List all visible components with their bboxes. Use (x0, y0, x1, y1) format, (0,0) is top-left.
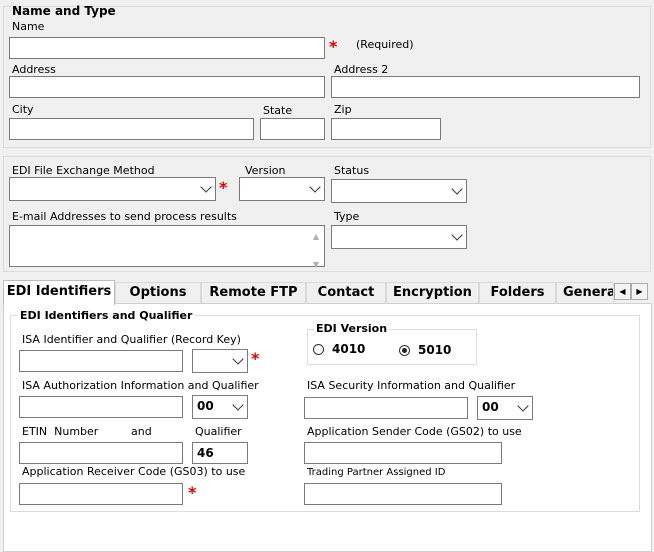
required-asterisk: * (251, 349, 260, 368)
tab-remote-ftp[interactable]: Remote FTP (201, 282, 306, 304)
chevron-down-icon (451, 183, 463, 195)
isa-authorization-label: ISA Authorization Information and Qualif… (22, 379, 259, 392)
tab-options[interactable]: Options (115, 282, 201, 304)
isa-security-qualifier-select[interactable]: 00 (477, 396, 533, 420)
edi-version-title: EDI Version (314, 322, 390, 335)
etin-and-label: and (131, 425, 152, 438)
isa-authorization-input[interactable] (19, 396, 183, 418)
version-label: Version (245, 164, 286, 177)
gs02-label: Application Sender Code (GS02) to use (307, 425, 522, 438)
address2-label: Address 2 (334, 63, 389, 76)
tab-scroll-right-icon[interactable]: ▶ (631, 283, 648, 300)
isa-identifier-qualifier-select[interactable] (192, 349, 248, 373)
city-label: City (12, 103, 34, 116)
qualifier-label: Qualifier (195, 425, 242, 438)
edi-identifiers-group-title: EDI Identifiers and Qualifier (18, 309, 195, 322)
name-input[interactable] (9, 37, 325, 59)
edi-exchange-method-label: EDI File Exchange Method (12, 164, 155, 177)
name-and-type-title: Name and Type (12, 4, 116, 18)
email-textarea[interactable]: ▲ ▼ (9, 225, 325, 269)
edi-exchange-method-select[interactable] (9, 177, 216, 201)
zip-label: Zip (334, 103, 352, 116)
trading-partner-id-label: Trading Partner Assigned ID (307, 467, 446, 478)
isa-security-label: ISA Security Information and Qualifier (307, 379, 516, 392)
tab-contact[interactable]: Contact (306, 282, 386, 304)
tab-encryption[interactable]: Encryption (386, 282, 479, 304)
status-label: Status (334, 164, 370, 177)
address2-input[interactable] (331, 76, 640, 98)
trading-partner-id-input[interactable] (304, 483, 502, 505)
isa-identifier-input[interactable] (19, 350, 183, 372)
version-5010-label[interactable]: 5010 (418, 344, 451, 357)
required-asterisk: * (219, 178, 228, 197)
version-select[interactable] (239, 177, 325, 201)
required-asterisk: * (329, 37, 338, 56)
address-input[interactable] (9, 76, 325, 98)
chevron-down-icon (232, 353, 244, 365)
tab-strip: EDI Identifiers Options Remote FTP Conta… (3, 280, 653, 305)
type-label: Type (334, 210, 360, 223)
etin-number-input[interactable] (19, 442, 183, 464)
chevron-down-icon (200, 181, 212, 193)
chevron-down-icon (451, 229, 463, 241)
isa-security-input[interactable] (304, 397, 468, 419)
scroll-down-icon[interactable]: ▼ (309, 257, 323, 273)
state-input[interactable] (260, 118, 325, 140)
city-input[interactable] (9, 118, 254, 140)
chevron-down-icon (309, 181, 321, 193)
version-4010-label[interactable]: 4010 (332, 343, 365, 356)
chevron-down-icon (517, 400, 529, 412)
zip-input[interactable] (331, 118, 441, 140)
required-asterisk: * (188, 483, 197, 502)
etin-number-label: ETIN Number (22, 425, 99, 438)
tab-edi-identifiers[interactable]: EDI Identifiers (3, 280, 115, 305)
gs03-label: Application Receiver Code (GS03) to use (22, 465, 246, 478)
scroll-up-icon[interactable]: ▲ (309, 229, 323, 245)
isa-identifier-label: ISA Identifier and Qualifier (Record Key… (22, 333, 241, 346)
isa-authorization-qualifier-value: 00 (197, 399, 214, 413)
tab-folders[interactable]: Folders (479, 282, 556, 304)
state-label: State (263, 104, 293, 117)
tab-scroll-left-icon[interactable]: ◀ (614, 283, 631, 300)
address-label: Address (12, 63, 56, 76)
required-note: (Required) (356, 38, 414, 51)
isa-authorization-qualifier-select[interactable]: 00 (192, 395, 248, 419)
gs02-input[interactable] (304, 442, 502, 464)
isa-security-qualifier-value: 00 (482, 400, 499, 414)
chevron-down-icon (232, 399, 244, 411)
version-5010-radio[interactable] (399, 345, 410, 356)
email-scrollbar[interactable]: ▲ ▼ (309, 227, 323, 269)
type-select[interactable] (331, 225, 467, 249)
version-4010-radio[interactable] (313, 344, 324, 355)
email-label: E-mail Addresses to send process results (12, 210, 237, 223)
name-label: Name (12, 20, 45, 33)
status-select[interactable] (331, 179, 467, 203)
tab-general[interactable]: Genera (556, 282, 614, 304)
gs03-input[interactable] (19, 483, 183, 505)
qualifier-input[interactable]: 46 (192, 442, 248, 464)
